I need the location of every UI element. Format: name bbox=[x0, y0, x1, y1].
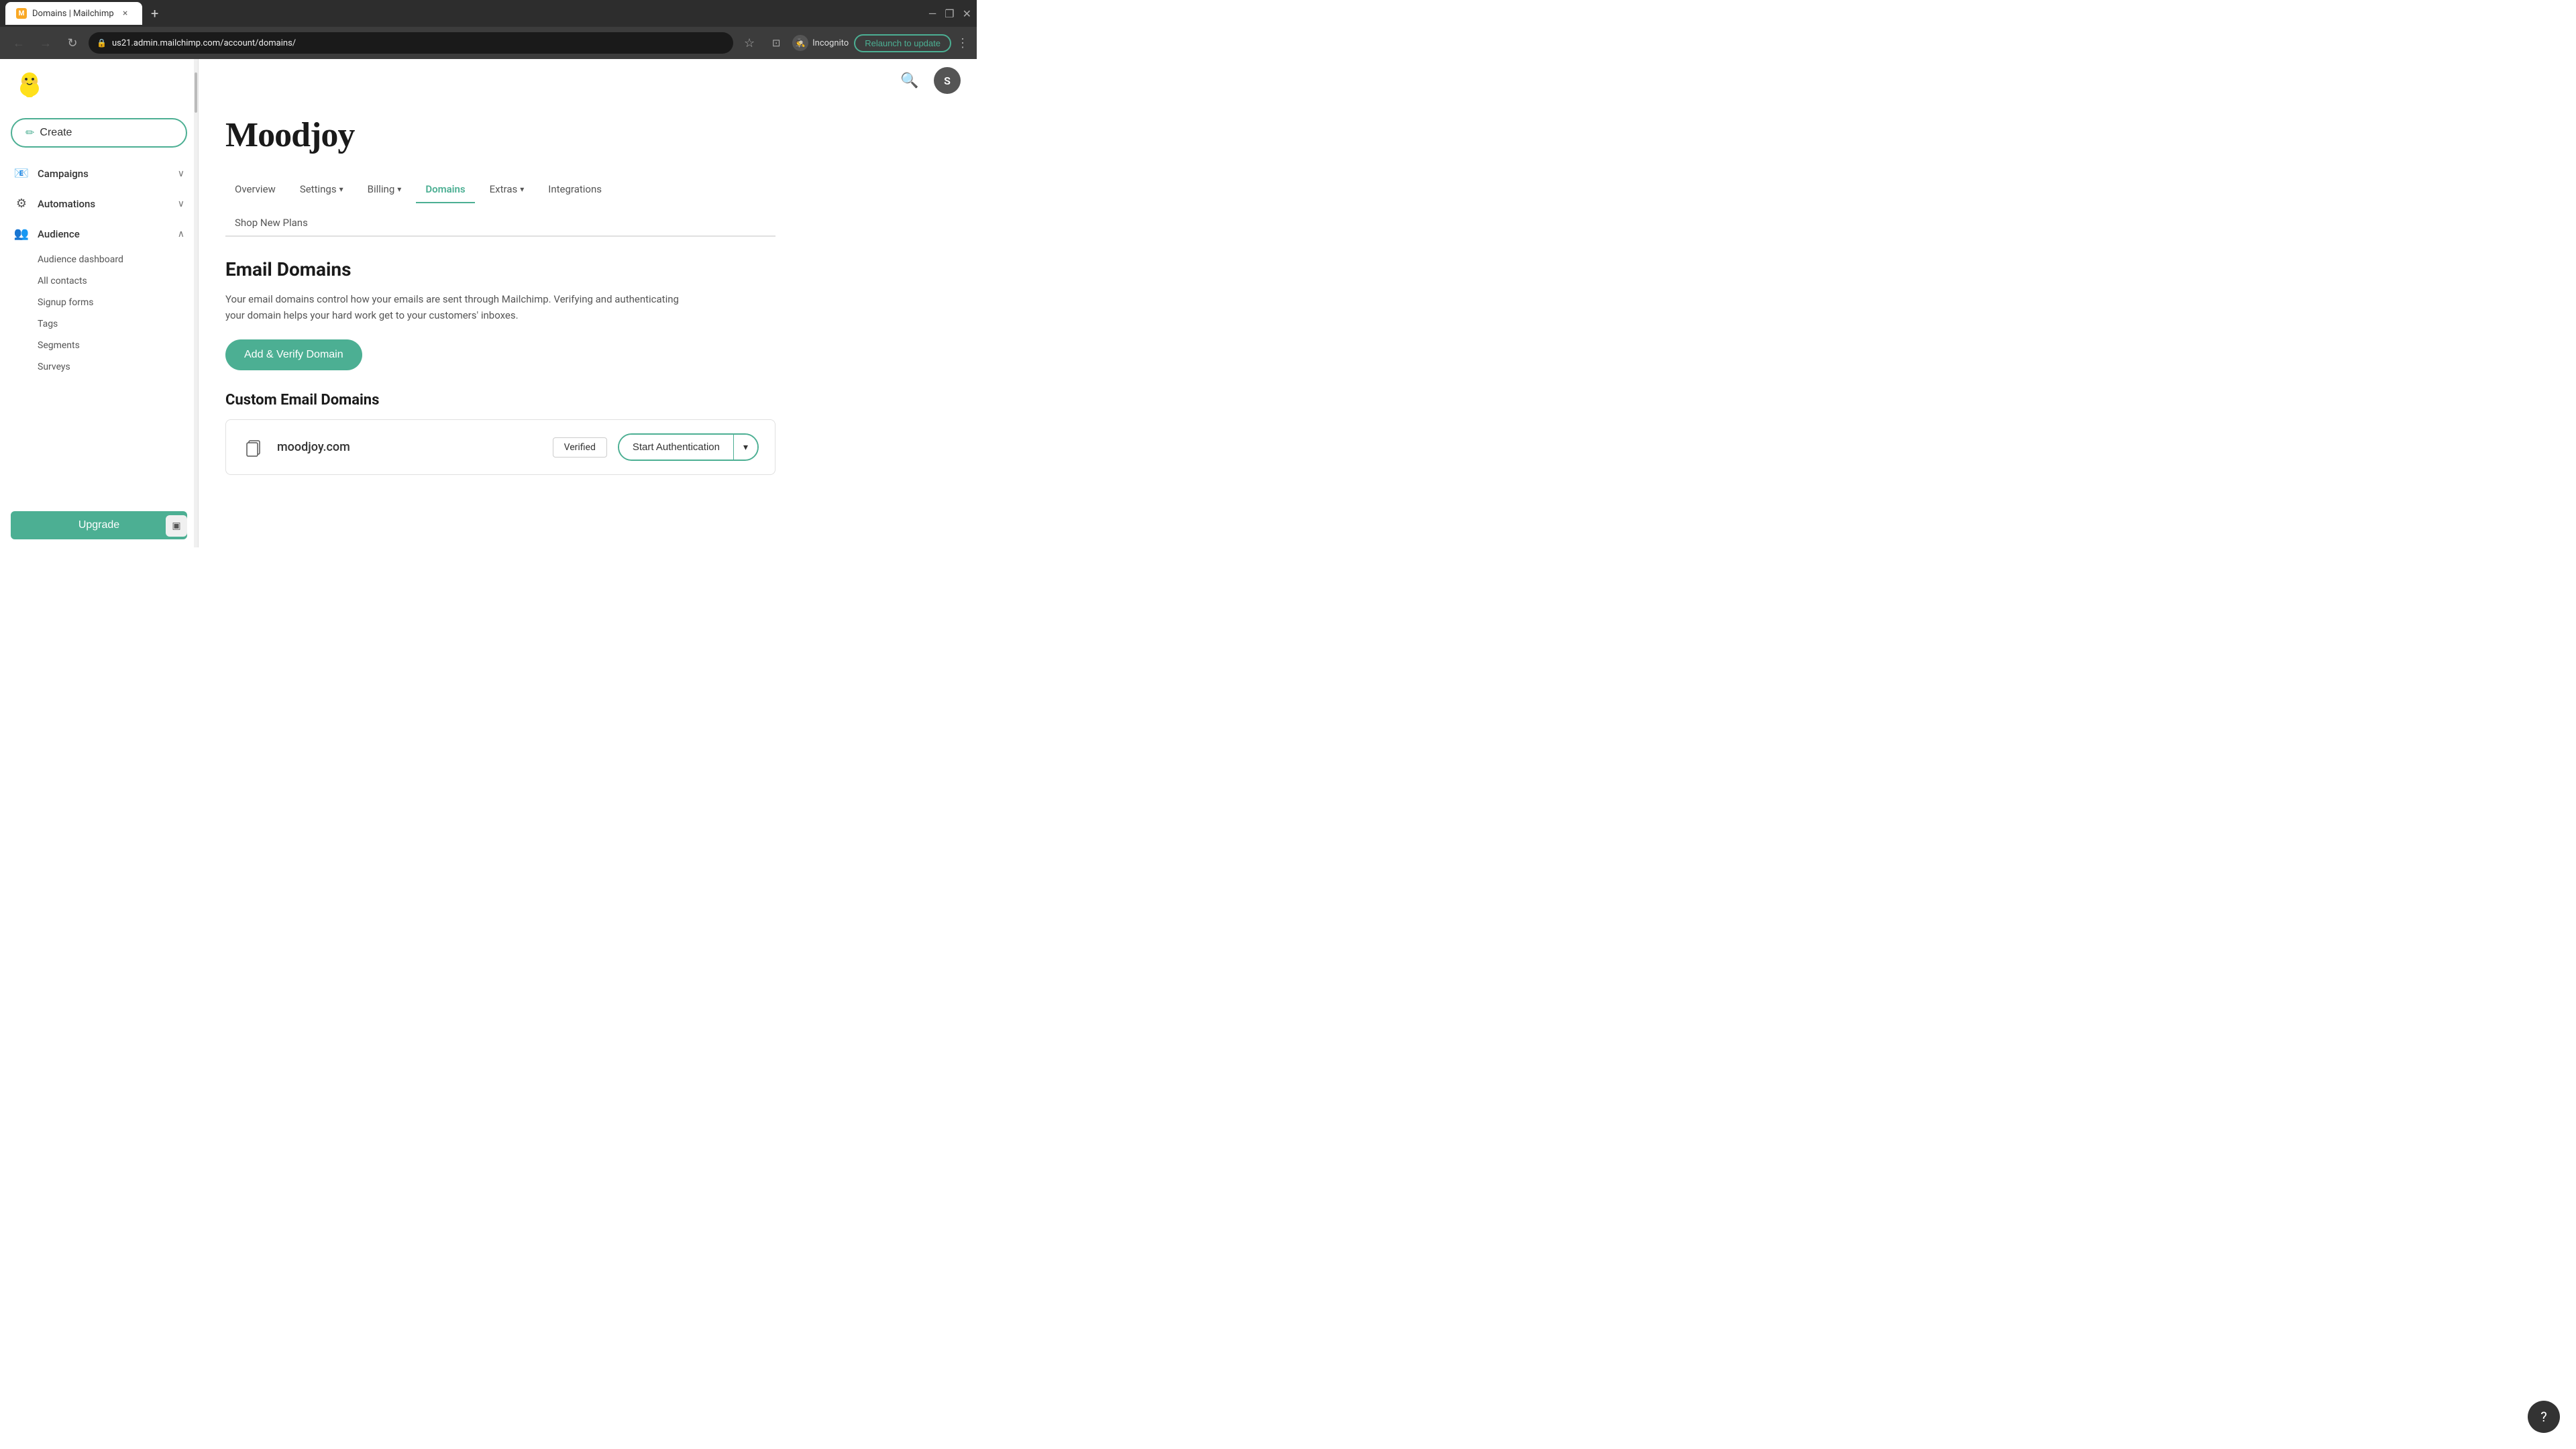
pencil-icon: ✏ bbox=[25, 126, 34, 140]
audience-sub-items: Audience dashboard All contacts Signup f… bbox=[0, 249, 198, 378]
sidebar-item-all-contacts[interactable]: All contacts bbox=[38, 270, 198, 292]
sidebar-nav: 📧 Campaigns ∨ ⚙ Automations ∨ 👥 Audience… bbox=[0, 158, 198, 503]
nav-item-domains[interactable]: Domains bbox=[416, 176, 474, 203]
minimize-icon[interactable]: — bbox=[928, 7, 937, 20]
email-domains-description: Your email domains control how your emai… bbox=[225, 291, 695, 323]
main-content: 🔍 S Moodjoy Overview Settings ▾ Billing … bbox=[199, 59, 977, 547]
sidebar-item-campaigns[interactable]: 📧 Campaigns ∨ bbox=[0, 158, 198, 189]
campaigns-chevron-icon: ∨ bbox=[178, 168, 184, 179]
sidebar-item-automations[interactable]: ⚙ Automations ∨ bbox=[0, 189, 198, 219]
sidebar-item-audience-dashboard[interactable]: Audience dashboard bbox=[38, 249, 198, 270]
upgrade-button[interactable]: Upgrade bbox=[11, 511, 187, 539]
domain-card: moodjoy.com Verified Start Authenticatio… bbox=[225, 419, 775, 475]
audience-chevron-icon: ∧ bbox=[178, 229, 184, 239]
content-inner: Moodjoy Overview Settings ▾ Billing ▾ Do… bbox=[199, 94, 802, 496]
relaunch-button[interactable]: Relaunch to update bbox=[854, 34, 951, 52]
nav-item-overview[interactable]: Overview bbox=[225, 176, 285, 203]
app-container: ✏ Create 📧 Campaigns ∨ ⚙ Automations ∨ 👥… bbox=[0, 59, 977, 547]
verified-badge: Verified bbox=[553, 437, 607, 458]
nav-item-billing[interactable]: Billing ▾ bbox=[358, 176, 411, 203]
url-text: us21.admin.mailchimp.com/account/domains… bbox=[112, 38, 296, 48]
sidebar-item-audience[interactable]: 👥 Audience ∧ bbox=[0, 219, 198, 249]
search-button[interactable]: 🔍 bbox=[896, 67, 923, 94]
nav-item-extras[interactable]: Extras ▾ bbox=[480, 176, 534, 203]
add-verify-domain-button[interactable]: Add & Verify Domain bbox=[225, 339, 362, 370]
collapse-icon: ▣ bbox=[172, 521, 180, 531]
email-domains-title: Email Domains bbox=[225, 258, 775, 280]
automations-icon: ⚙ bbox=[13, 197, 30, 211]
close-icon[interactable]: ✕ bbox=[963, 7, 971, 20]
incognito-indicator: 🕵 Incognito bbox=[792, 35, 849, 51]
address-bar: ← → ↻ 🔒 us21.admin.mailchimp.com/account… bbox=[0, 27, 977, 59]
nav-item-shop-new-plans[interactable]: Shop New Plans bbox=[225, 210, 775, 237]
sidebar-item-surveys[interactable]: Surveys bbox=[38, 356, 198, 378]
page-title: Moodjoy bbox=[225, 115, 775, 155]
forward-button[interactable]: → bbox=[35, 32, 56, 54]
nav-item-settings[interactable]: Settings ▾ bbox=[290, 176, 353, 203]
settings-chevron-icon: ▾ bbox=[339, 184, 343, 194]
billing-chevron-icon: ▾ bbox=[397, 184, 401, 194]
automations-chevron-icon: ∨ bbox=[178, 199, 184, 209]
audience-icon: 👥 bbox=[13, 227, 30, 241]
sidebar-item-segments[interactable]: Segments bbox=[38, 335, 198, 356]
user-avatar[interactable]: S bbox=[934, 67, 961, 94]
restore-icon[interactable]: ❐ bbox=[945, 7, 954, 20]
tab-bar: M Domains | Mailchimp × + — ❐ ✕ bbox=[0, 0, 977, 27]
tab-close-button[interactable]: × bbox=[119, 7, 131, 19]
bookmark-icon[interactable]: ☆ bbox=[739, 32, 760, 54]
tab-favicon: M bbox=[16, 8, 27, 19]
lock-icon: 🔒 bbox=[97, 38, 107, 48]
start-auth-group: Start Authentication ▾ bbox=[618, 433, 759, 461]
campaigns-icon: 📧 bbox=[13, 166, 30, 180]
nav-item-integrations[interactable]: Integrations bbox=[539, 176, 611, 203]
scrollbar-thumb bbox=[195, 72, 197, 113]
copy-icon bbox=[245, 438, 264, 457]
extras-chevron-icon: ▾ bbox=[520, 184, 524, 194]
back-button[interactable]: ← bbox=[8, 32, 30, 54]
browser-chrome: M Domains | Mailchimp × + — ❐ ✕ ← → ↻ 🔒 … bbox=[0, 0, 977, 59]
dropdown-chevron-icon: ▾ bbox=[743, 441, 748, 452]
sidebar-scrollbar[interactable] bbox=[194, 59, 198, 547]
active-tab[interactable]: M Domains | Mailchimp × bbox=[5, 2, 142, 25]
reload-button[interactable]: ↻ bbox=[62, 32, 83, 54]
sidebar-item-signup-forms[interactable]: Signup forms bbox=[38, 292, 198, 313]
url-bar[interactable]: 🔒 us21.admin.mailchimp.com/account/domai… bbox=[89, 32, 733, 54]
mailchimp-logo bbox=[13, 70, 46, 102]
tab-title: Domains | Mailchimp bbox=[32, 9, 114, 19]
top-header-icons: 🔍 S bbox=[199, 59, 977, 94]
domain-name: moodjoy.com bbox=[277, 440, 542, 454]
account-nav: Overview Settings ▾ Billing ▾ Domains Ex… bbox=[225, 176, 775, 237]
create-button[interactable]: ✏ Create bbox=[11, 118, 187, 148]
start-authentication-button[interactable]: Start Authentication bbox=[619, 435, 734, 460]
incognito-icon: 🕵 bbox=[792, 35, 808, 51]
new-tab-button[interactable]: + bbox=[145, 3, 165, 23]
toolbar-icons: ☆ ⊡ 🕵 Incognito Relaunch to update ⋮ bbox=[739, 32, 969, 54]
sidebar-collapse-button[interactable]: ▣ bbox=[166, 515, 187, 537]
domain-card-icon bbox=[242, 435, 266, 460]
help-button[interactable]: ? bbox=[2528, 1401, 2560, 1433]
sidebar-item-tags[interactable]: Tags bbox=[38, 313, 198, 335]
browser-menu-button[interactable]: ⋮ bbox=[957, 36, 969, 50]
custom-email-domains-title: Custom Email Domains bbox=[225, 392, 775, 409]
sidebar: ✏ Create 📧 Campaigns ∨ ⚙ Automations ∨ 👥… bbox=[0, 59, 199, 547]
sidebar-logo-area bbox=[0, 59, 198, 113]
reading-mode-icon[interactable]: ⊡ bbox=[765, 32, 787, 54]
start-auth-dropdown-button[interactable]: ▾ bbox=[734, 435, 757, 460]
